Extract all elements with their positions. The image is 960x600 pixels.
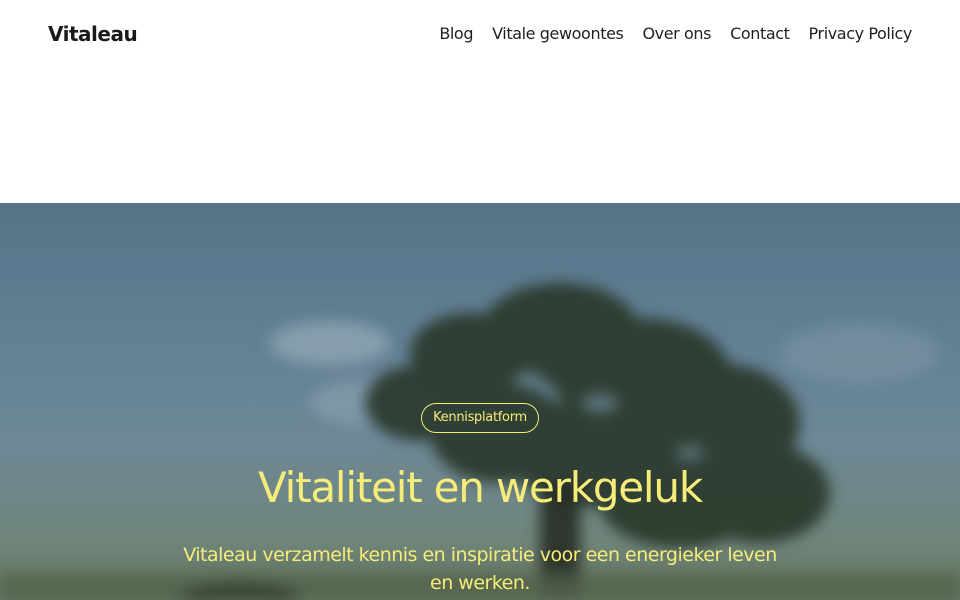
hero-content: Kennisplatform Vitaliteit en werkgeluk V… xyxy=(0,203,960,600)
hero-subtitle: Vitaleau verzamelt kennis en inspiratie … xyxy=(183,544,777,594)
nav-link-over-ons[interactable]: Over ons xyxy=(642,20,711,48)
category-badge: Kennisplatform xyxy=(421,403,539,433)
site-header: Vitaleau Blog Vitale gewoontes Over ons … xyxy=(0,0,960,203)
nav-link-contact[interactable]: Contact xyxy=(730,20,790,48)
main-nav: Blog Vitale gewoontes Over ons Contact P… xyxy=(439,20,912,48)
site-logo[interactable]: Vitaleau xyxy=(48,20,138,48)
hero-title: Vitaliteit en werkgeluk xyxy=(258,463,703,512)
nav-link-vitale-gewoontes[interactable]: Vitale gewoontes xyxy=(492,20,624,48)
hero-section: Kennisplatform Vitaliteit en werkgeluk V… xyxy=(0,203,960,600)
nav-link-blog[interactable]: Blog xyxy=(439,20,473,48)
nav-link-privacy-policy[interactable]: Privacy Policy xyxy=(809,20,913,48)
